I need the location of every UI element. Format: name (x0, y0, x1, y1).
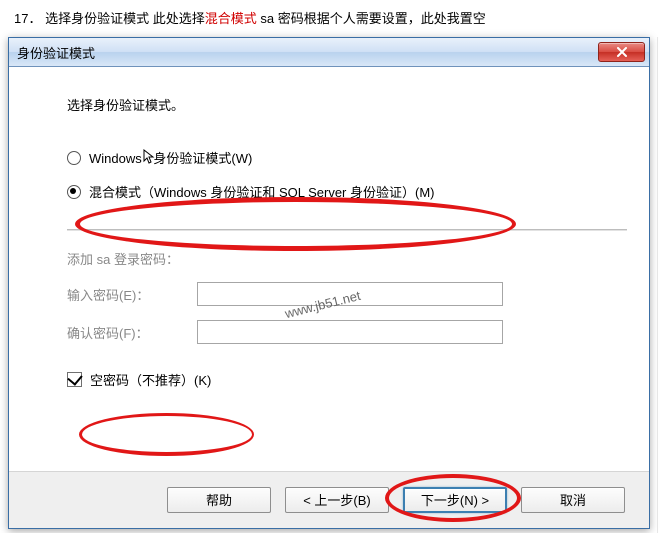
checkbox-empty-password-label: 空密码（不推荐）(K) (90, 370, 211, 389)
step-caption: 17． 选择身份验证模式 此处选择混合模式 sa 密码根据个人需要设置，此处我置… (0, 0, 670, 27)
radio-mixed-label: 混合模式（Windows 身份验证和 SQL Server 身份验证）(M) (89, 182, 435, 201)
close-icon (616, 47, 628, 57)
button-bar: 帮助 < 上一步(B) 下一步(N) > 取消 (9, 471, 649, 528)
radio-mixed-auth[interactable]: 混合模式（Windows 身份验证和 SQL Server 身份验证）(M) (67, 182, 627, 201)
window-title: 身份验证模式 (17, 43, 598, 62)
help-button[interactable]: 帮助 (167, 487, 271, 513)
caption-highlight: 混合模式 (205, 11, 257, 26)
annotation-ellipse-mixed (75, 197, 516, 251)
dialog-authentication-mode: 身份验证模式 选择身份验证模式。 Windows 身份验证模式(W) 混合模式（… (8, 37, 650, 529)
checkbox-empty-password[interactable]: 空密码（不推荐）(K) (67, 370, 627, 389)
titlebar[interactable]: 身份验证模式 (9, 38, 649, 67)
cancel-button[interactable]: 取消 (521, 487, 625, 513)
step-number: 17． (14, 11, 41, 26)
checkbox-icon (67, 372, 82, 387)
separator (67, 229, 627, 231)
confirm-password-label: 确认密码(F)： (67, 323, 197, 342)
caption-pre: 选择身份验证模式 此处选择 (45, 11, 205, 26)
annotation-ellipse-emptypw (79, 413, 254, 456)
radio-windows-label: Windows 身份验证模式(W) (89, 148, 252, 168)
section-heading: 选择身份验证模式。 (67, 95, 627, 114)
enter-password-label: 输入密码(E)： (67, 285, 197, 304)
caption-post: sa 密码根据个人需要设置，此处我置空 (260, 11, 485, 26)
back-button[interactable]: < 上一步(B) (285, 487, 389, 513)
enter-password-input (197, 282, 503, 306)
add-sa-password-label: 添加 sa 登录密码： (67, 249, 627, 268)
next-button[interactable]: 下一步(N) > (403, 487, 507, 513)
radio-icon (67, 185, 81, 199)
cursor-icon (143, 149, 155, 168)
confirm-password-input (197, 320, 503, 344)
radio-icon (67, 151, 81, 165)
close-button[interactable] (598, 42, 645, 62)
radio-windows-auth[interactable]: Windows 身份验证模式(W) (67, 148, 627, 168)
